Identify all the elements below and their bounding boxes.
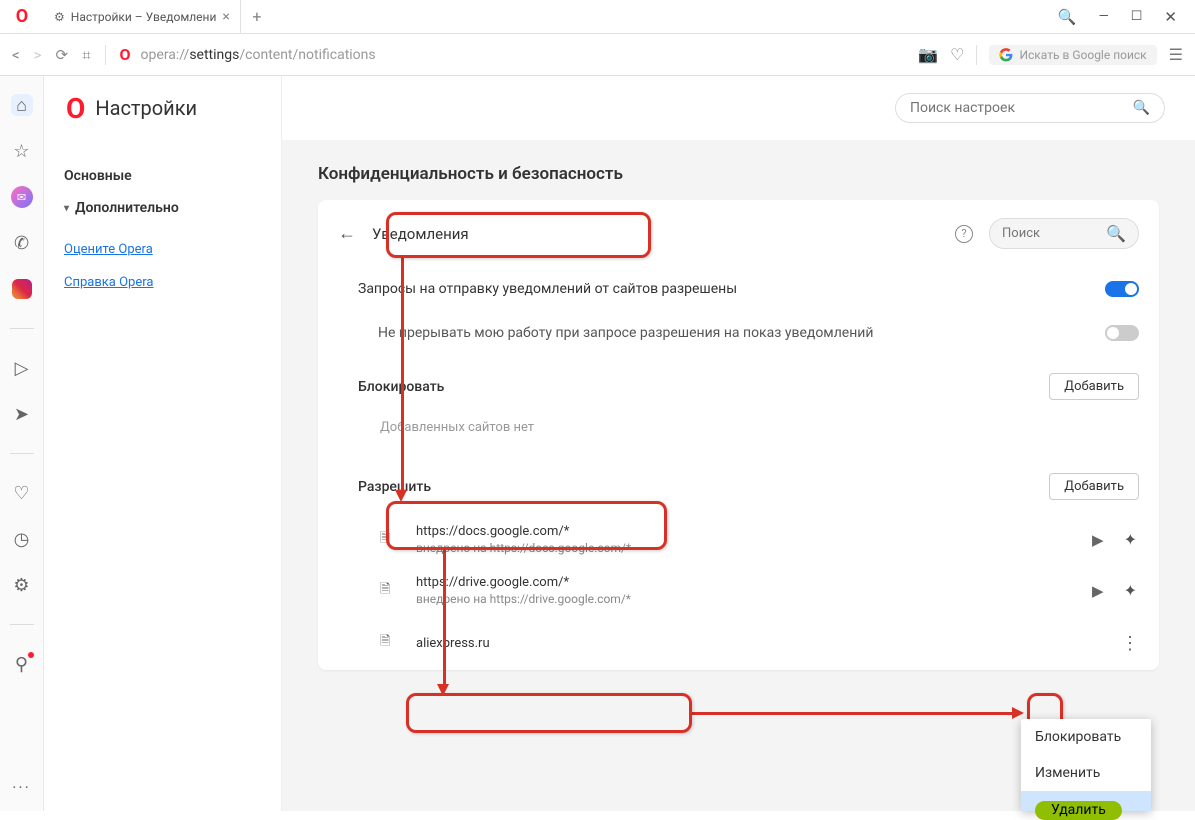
card-header: ← Уведомления ? 🔍	[318, 200, 1159, 267]
allow-section-head: Разрешить Добавить	[318, 455, 1159, 514]
expand-icon[interactable]: ▶	[1082, 531, 1114, 549]
tips-rail-icon[interactable]: ⚲	[11, 653, 33, 675]
ctx-edit[interactable]: Изменить	[1021, 755, 1151, 791]
extension-icon[interactable]	[1114, 581, 1147, 600]
toggle-allowed[interactable]	[1105, 281, 1139, 297]
arrow-right-icon	[1012, 707, 1024, 719]
pinboards-rail-icon[interactable]: ☆	[11, 140, 33, 162]
speed-dial-rail-icon[interactable]: ⌂	[11, 94, 33, 116]
reload-icon[interactable]: ⟳	[55, 46, 68, 64]
site-embed: внедрено на https://drive.google.com/*	[416, 592, 1082, 606]
site-embed: внедрено на https://docs.google.com/*	[416, 541, 1082, 555]
annotation-line	[692, 712, 1014, 715]
arrow-down-icon	[395, 490, 407, 502]
content-area: 🔍 Конфиденциальность и безопасность ← Ув…	[282, 76, 1195, 811]
document-icon: 🗎	[380, 529, 398, 551]
window-controls: 🔍 — ☐ ✕	[1040, 0, 1195, 33]
more-actions-icon[interactable]: ⋮	[1113, 633, 1147, 654]
reading-list-rail-icon[interactable]: ♡	[11, 482, 33, 504]
block-add-button[interactable]: Добавить	[1049, 373, 1139, 400]
window-close-icon[interactable]: ✕	[1164, 8, 1177, 26]
messenger-rail-icon[interactable]: ✉	[11, 186, 33, 208]
nav-basic[interactable]: Основные	[64, 160, 261, 192]
annotation-line	[401, 258, 404, 494]
google-search-box[interactable]: Искать в Google поиск	[989, 45, 1156, 65]
gear-icon: ⚙	[54, 10, 65, 24]
titlebar: O ⚙ Настройки – Уведомлени × + 🔍 — ☐ ✕	[0, 0, 1195, 34]
block-section-head: Блокировать Добавить	[318, 355, 1159, 414]
search-icon: 🔍	[1133, 100, 1150, 116]
settings-rail-icon[interactable]: ⚙	[11, 574, 33, 596]
browser-tab[interactable]: ⚙ Настройки – Уведомлени ×	[44, 0, 241, 33]
easy-setup-icon[interactable]: ☰	[1169, 45, 1183, 64]
search-icon: 🔍	[1106, 224, 1126, 243]
ctx-block[interactable]: Блокировать	[1021, 719, 1151, 755]
speed-dial-icon[interactable]: ⌗	[82, 46, 90, 64]
minimize-icon[interactable]: —	[1099, 9, 1109, 24]
site-url: https://drive.google.com/*	[416, 575, 1082, 590]
nav-rate-link[interactable]: Оцените Opera	[64, 242, 261, 257]
history-rail-icon[interactable]: ◷	[11, 528, 33, 550]
address-bar: < > ⟳ ⌗ O opera://settings/content/notif…	[0, 34, 1195, 76]
whatsapp-rail-icon[interactable]: ✆	[11, 232, 33, 254]
setting-quiet[interactable]: Не прерывать мою работу при запросе разр…	[318, 311, 1159, 355]
nav-back-icon[interactable]: <	[12, 46, 20, 64]
main-content: O Настройки Основные Дополнительно Оцени…	[44, 76, 1195, 811]
toggle-quiet[interactable]	[1105, 325, 1139, 341]
card-search-input[interactable]	[1002, 226, 1098, 241]
site-url: aliexpress.ru	[416, 636, 1113, 651]
google-search-placeholder: Искать в Google поиск	[1019, 48, 1146, 62]
arrow-down-icon	[437, 684, 449, 696]
tab-title: Настройки – Уведомлени	[71, 10, 217, 24]
opera-settings-logo-icon: O	[66, 92, 85, 125]
settings-title: Настройки	[95, 96, 197, 120]
search-tabs-icon[interactable]: 🔍	[1058, 8, 1077, 26]
help-icon[interactable]: ?	[955, 225, 973, 243]
opera-logo-icon: O	[16, 6, 28, 27]
settings-search[interactable]: 🔍	[895, 93, 1165, 123]
sidebar-rail: ⌂ ☆ ✉ ✆ ▷ ➤ ♡ ◷ ⚙ ⚲ ···	[0, 76, 44, 811]
content-top: 🔍	[282, 76, 1195, 140]
site-url: https://docs.google.com/*	[416, 524, 1082, 539]
nav-forward-icon[interactable]: >	[34, 46, 42, 64]
card-title: Уведомления	[372, 225, 469, 243]
opera-url-icon: O	[120, 45, 131, 64]
context-menu: Блокировать Изменить Удалить	[1021, 719, 1151, 811]
settings-sidebar: O Настройки Основные Дополнительно Оцени…	[44, 76, 282, 811]
card-search[interactable]: 🔍	[989, 218, 1139, 249]
privacy-heading: Конфиденциальность и безопасность	[298, 140, 1179, 200]
new-tab-button[interactable]: +	[241, 0, 273, 33]
document-icon: 🗎	[380, 632, 398, 654]
maximize-icon[interactable]: ☐	[1131, 9, 1143, 24]
settings-nav: Основные Дополнительно Оцените Opera Спр…	[44, 140, 281, 290]
send-rail-icon[interactable]: ➤	[11, 403, 33, 425]
rail-more-icon[interactable]: ···	[0, 778, 43, 797]
player-rail-icon[interactable]: ▷	[11, 357, 33, 379]
document-icon: 🗎	[380, 580, 398, 602]
bookmark-heart-icon[interactable]: ♡	[950, 45, 964, 64]
nav-help-link[interactable]: Справка Opera	[64, 275, 261, 290]
nav-advanced[interactable]: Дополнительно	[64, 192, 261, 224]
ctx-delete[interactable]: Удалить	[1021, 791, 1151, 811]
url-field[interactable]: O opera://settings/content/notifications	[120, 45, 905, 64]
settings-search-input[interactable]	[910, 100, 1123, 116]
ctx-delete-label: Удалить	[1035, 801, 1122, 811]
block-empty-text: Добавленных сайтов нет	[318, 414, 1159, 455]
back-arrow-icon[interactable]: ←	[338, 223, 356, 244]
allow-add-button[interactable]: Добавить	[1049, 473, 1139, 500]
tab-close-icon[interactable]: ×	[222, 9, 229, 25]
opera-menu-button[interactable]: O	[0, 0, 44, 33]
expand-icon[interactable]: ▶	[1082, 582, 1114, 600]
setting-sites-allowed[interactable]: Запросы на отправку уведомлений от сайто…	[318, 267, 1159, 311]
annotation-line	[443, 550, 446, 688]
settings-header: O Настройки	[44, 76, 281, 140]
instagram-rail-icon[interactable]	[11, 278, 33, 300]
privacy-section: Конфиденциальность и безопасность ← Увед…	[282, 140, 1195, 670]
google-icon	[999, 48, 1013, 62]
extension-icon[interactable]	[1114, 530, 1147, 549]
screenshot-icon[interactable]: 📷	[918, 45, 938, 64]
url-text: opera://settings/content/notifications	[141, 47, 376, 63]
